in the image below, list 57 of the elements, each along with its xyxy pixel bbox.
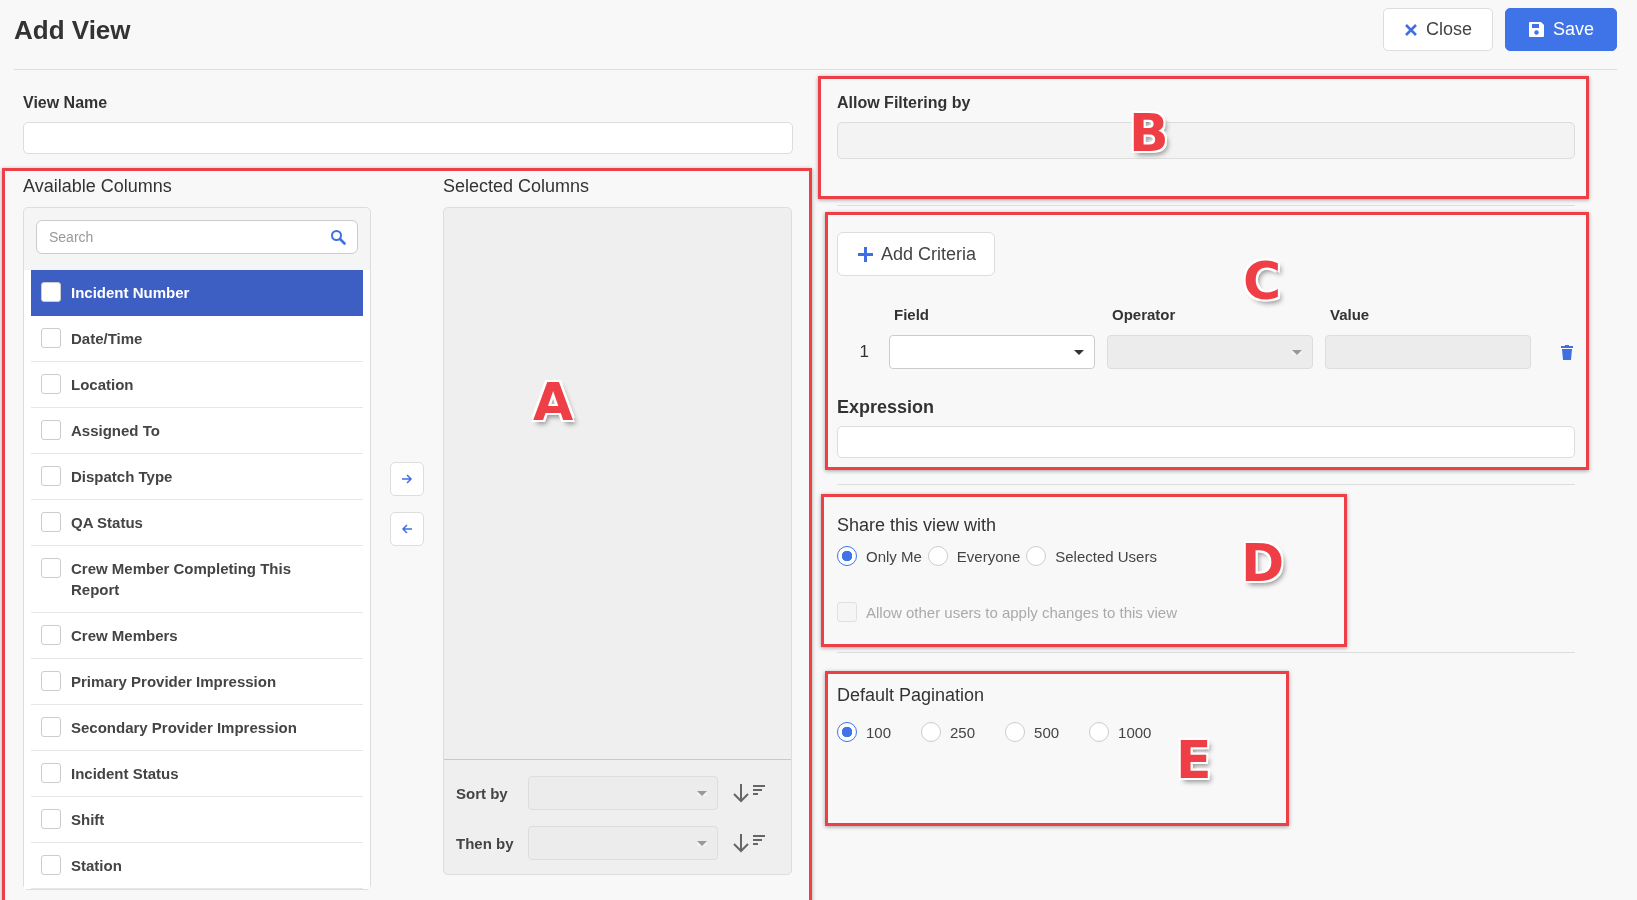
item-label: Crew Member Completing This Report	[71, 559, 293, 600]
add-criteria-button[interactable]: Add Criteria	[837, 232, 996, 276]
radio-label: Selected Users	[1055, 547, 1157, 565]
section-heading: Selected Columns	[443, 176, 591, 197]
section-heading: Share this view with	[837, 515, 998, 536]
list-item[interactable]: Date/Time	[31, 316, 363, 362]
list-item[interactable]: Secondary Provider Impression	[31, 705, 363, 751]
radio-label: Only Me	[866, 547, 922, 565]
item-label: Dispatch Type	[71, 467, 173, 487]
close-button[interactable]: Close	[1382, 8, 1493, 51]
column-header: Field	[893, 306, 930, 323]
item-label: Station	[71, 856, 122, 876]
item-label: Location	[71, 375, 134, 395]
list-item[interactable]: Crew Members	[31, 613, 363, 659]
annotation-label: E	[1176, 734, 1212, 786]
item-label: Date/Time	[71, 329, 143, 349]
annotation-label: B	[1129, 107, 1169, 159]
annotation-label: C	[1243, 255, 1282, 307]
column-header: Operator	[1111, 306, 1177, 323]
radio-label: Everyone	[956, 547, 1021, 565]
item-label: Primary Provider Impression	[71, 672, 277, 692]
field-label: Expression	[837, 397, 936, 418]
field-label: Allow Filtering by	[837, 94, 972, 112]
section-heading: Default Pagination	[837, 685, 986, 706]
column-header: Value	[1329, 306, 1371, 323]
row-number: 1	[858, 342, 870, 362]
list-item[interactable]: Crew Member Completing This Report	[31, 546, 363, 613]
list-item[interactable]: Assigned To	[31, 408, 363, 454]
list-item[interactable]: QA Status	[31, 500, 363, 546]
field-label: View Name	[23, 94, 109, 112]
list-item[interactable]: Shift	[31, 797, 363, 843]
list-item[interactable]: Station	[31, 843, 363, 889]
sort-label: Sort by	[456, 784, 509, 802]
list-item[interactable]: Incident Status	[31, 751, 363, 797]
page-title: Add View	[14, 15, 131, 46]
radio-label: 250	[950, 723, 976, 741]
radio-label: 500	[1034, 723, 1060, 741]
radio-label: 100	[866, 723, 892, 741]
list-item[interactable]: Dispatch Type	[31, 454, 363, 500]
item-label: Incident Status	[71, 764, 179, 784]
sort-label: Then by	[456, 834, 514, 852]
annotation-label: D	[1241, 537, 1285, 589]
item-label: Assigned To	[71, 421, 160, 441]
save-button[interactable]: Save	[1504, 8, 1617, 51]
search-field[interactable]: Search	[36, 220, 358, 254]
item-label: Crew Members	[71, 626, 178, 646]
item-label: Secondary Provider Impression	[71, 718, 297, 738]
list-item[interactable]: Location	[31, 362, 363, 408]
item-label: QA Status	[71, 513, 143, 533]
section-heading: Available Columns	[23, 176, 173, 197]
checkbox-label: Allow other users to apply changes to this view	[866, 603, 1177, 621]
item-label: Incident Number	[71, 283, 190, 303]
list-item[interactable]: Incident Number	[31, 270, 363, 316]
item-label: Shift	[71, 810, 105, 830]
annotation-label: A	[533, 376, 574, 428]
radio-label: 1000	[1118, 723, 1152, 741]
list-item[interactable]: Primary Provider Impression	[31, 659, 363, 705]
